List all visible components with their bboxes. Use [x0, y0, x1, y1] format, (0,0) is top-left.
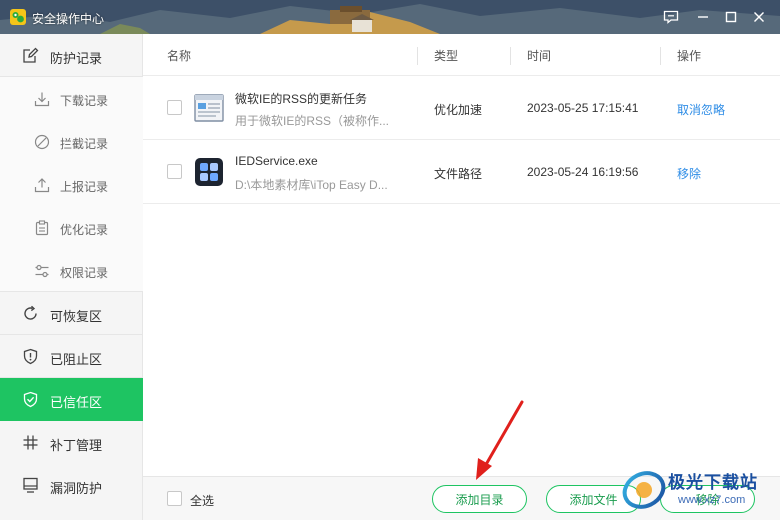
table-header: 名称 类型 时间 操作	[143, 34, 780, 76]
file-path: 用于微软IE的RSS（被称作...	[235, 114, 390, 128]
download-icon	[34, 92, 50, 107]
title-bar: 安全操作中心	[0, 0, 780, 34]
sidebar-item-label: 已阻止区	[50, 352, 103, 367]
sidebar-item-label: 补丁管理	[50, 438, 103, 453]
file-name: IEDService.exe	[235, 154, 318, 168]
minimize-button[interactable]	[692, 6, 714, 28]
sidebar-item-label: 下载记录	[60, 94, 109, 108]
grid-icon	[23, 435, 38, 450]
restore-icon	[24, 305, 37, 320]
sidebar-item-report-records[interactable]: 上报记录	[0, 163, 143, 206]
sidebar-item-label: 上报记录	[60, 180, 109, 194]
upload-icon	[34, 178, 50, 193]
select-all-label[interactable]: 全选	[190, 492, 214, 509]
column-header-action: 操作	[677, 49, 702, 63]
feedback-button[interactable]	[660, 6, 682, 28]
sidebar-item-label: 优化记录	[60, 223, 109, 237]
file-time: 2023-05-25 17:15:41	[527, 101, 639, 115]
sidebar-item-label: 防护记录	[50, 51, 103, 66]
sidebar-item-permission-records[interactable]: 权限记录	[0, 249, 143, 292]
column-header-name: 名称	[167, 49, 192, 63]
close-button[interactable]	[748, 6, 770, 28]
select-all-checkbox[interactable]	[167, 491, 182, 506]
sidebar-item-label: 可恢复区	[50, 309, 103, 324]
file-path: D:\本地素材库\iTop Easy D...	[235, 178, 388, 192]
sidebar-item-label: 拦截记录	[60, 137, 109, 151]
column-header-time: 时间	[527, 49, 552, 63]
sidebar-item-label: 漏洞防护	[50, 481, 103, 496]
table-row: IEDService.exe D:\本地素材库\iTop Easy D... 文…	[143, 140, 780, 204]
sidebar-item-block-records[interactable]: 拦截记录	[0, 120, 143, 163]
sidebar-item-download-records[interactable]: 下载记录	[0, 77, 143, 120]
sidebar-item-protection-records[interactable]: 防护记录	[0, 34, 143, 77]
window-title: 安全操作中心	[32, 12, 105, 26]
annotation-arrow-icon	[476, 400, 524, 480]
column-header-type: 类型	[434, 49, 459, 63]
close-icon	[754, 12, 764, 22]
trusted-list-panel: 名称 类型 时间 操作 微软IE的RSS的更新任务 用于微软IE的RSS（被称作…	[143, 34, 780, 520]
clipboard-icon	[35, 220, 49, 236]
maximize-icon	[725, 11, 737, 23]
sidebar-item-recoverable[interactable]: 可恢复区	[0, 292, 143, 335]
add-directory-button[interactable]: 添加目录	[432, 485, 527, 513]
block-icon	[34, 134, 50, 150]
file-type: 文件路径	[434, 167, 483, 181]
sidebar: 防护记录 下载记录 拦截记录 上报记录 优化记录 权限记录 可恢复区 已阻止区 …	[0, 34, 143, 520]
file-time: 2023-05-24 16:19:56	[527, 165, 639, 179]
row-checkbox[interactable]	[167, 164, 182, 179]
maximize-button[interactable]	[720, 6, 742, 28]
file-name: 微软IE的RSS的更新任务	[235, 92, 368, 106]
minimize-icon	[698, 16, 708, 18]
sidebar-item-trusted[interactable]: 已信任区	[0, 378, 143, 421]
sidebar-submenu: 下载记录 拦截记录 上报记录 优化记录 权限记录	[0, 77, 143, 292]
table-row: 微软IE的RSS的更新任务 用于微软IE的RSS（被称作... 优化加速 202…	[143, 76, 780, 140]
watermark-text: 极光下载站	[668, 473, 758, 492]
shield-alert-icon	[23, 348, 38, 365]
shield-check-icon	[23, 391, 38, 408]
watermark-url: www.xz7.com	[678, 494, 746, 506]
cancel-ignore-link[interactable]: 取消忽略	[677, 101, 725, 118]
app-tiles-icon	[195, 158, 223, 186]
column-divider	[417, 47, 418, 65]
remove-link[interactable]: 移除	[677, 165, 701, 182]
sidebar-item-label: 已信任区	[50, 395, 103, 410]
app-logo-icon	[10, 9, 26, 25]
sidebar-item-patch-management[interactable]: 补丁管理	[0, 421, 143, 464]
file-type: 优化加速	[434, 103, 483, 117]
row-checkbox[interactable]	[167, 100, 182, 115]
message-icon	[663, 10, 679, 24]
sidebar-item-vulnerability-protection[interactable]: 漏洞防护	[0, 464, 143, 507]
column-divider	[660, 47, 661, 65]
monitor-icon	[23, 477, 38, 493]
sidebar-item-optimize-records[interactable]: 优化记录	[0, 206, 143, 249]
sidebar-item-label: 权限记录	[60, 266, 109, 280]
sidebar-item-blocked[interactable]: 已阻止区	[0, 335, 143, 378]
column-divider	[510, 47, 511, 65]
window-task-icon	[194, 94, 224, 122]
sliders-icon	[35, 264, 49, 278]
edit-note-icon	[23, 47, 39, 63]
